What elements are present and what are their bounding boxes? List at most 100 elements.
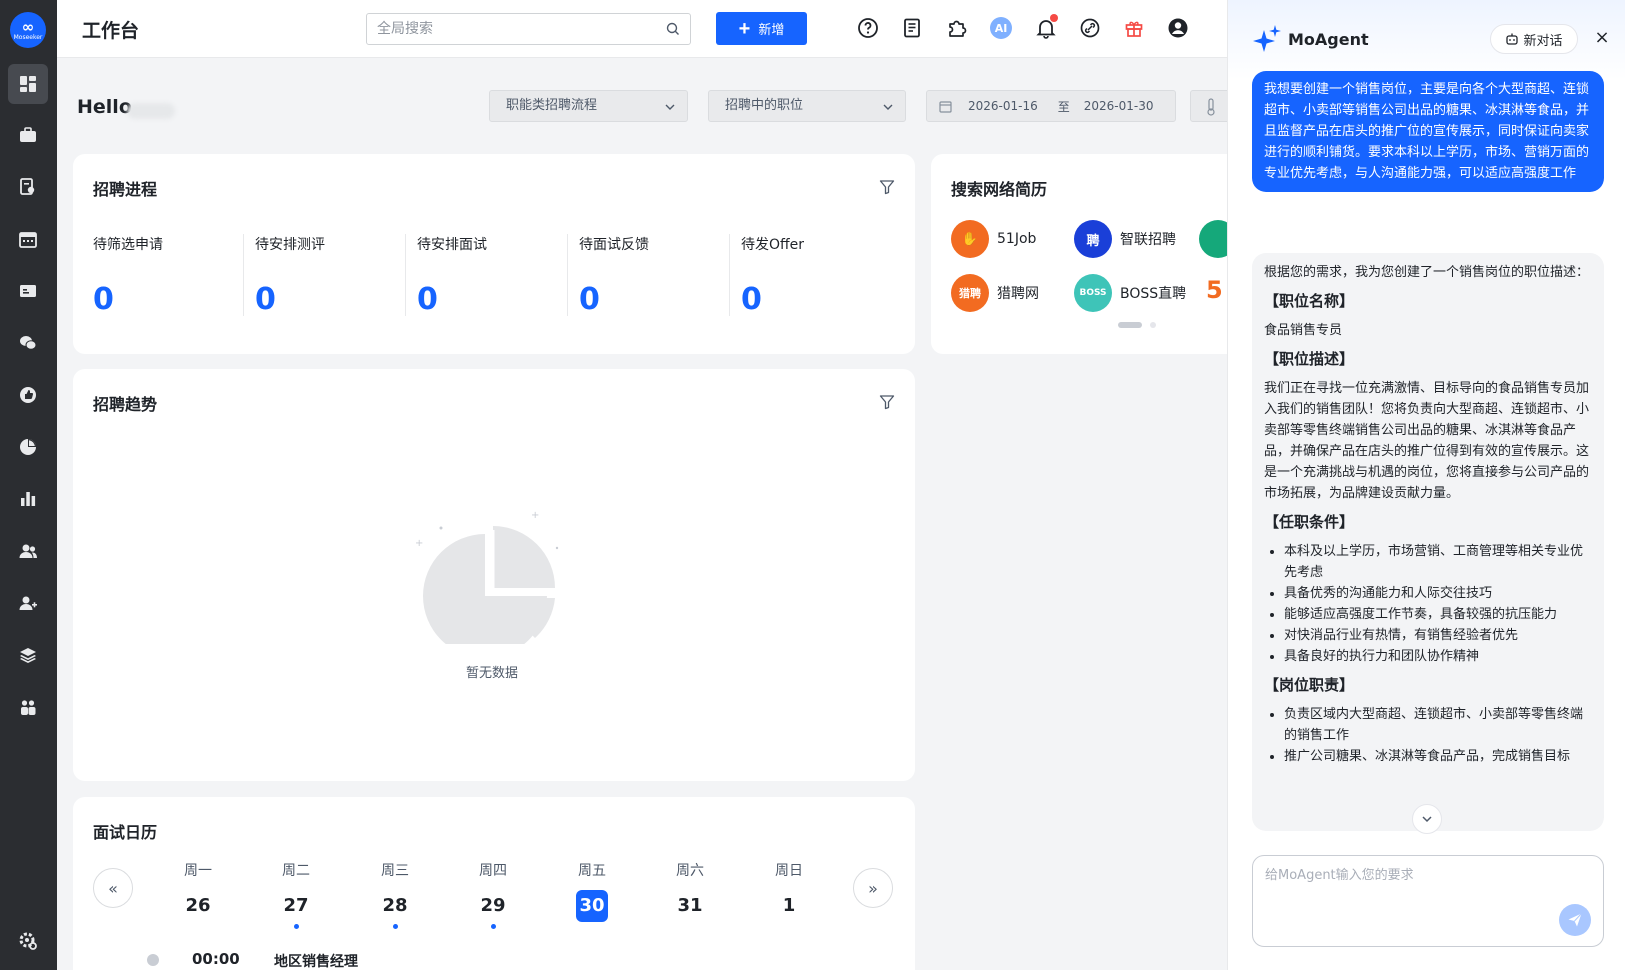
weekday-label: 周五 (578, 863, 606, 879)
send-icon (1568, 913, 1582, 927)
calendar-day[interactable]: 周四 29 (473, 860, 513, 929)
day-number: 1 (782, 895, 796, 916)
username-redacted (127, 103, 175, 119)
search-icon[interactable] (666, 22, 680, 36)
scroll-to-bottom-button[interactable] (1412, 804, 1442, 834)
weekday-label: 周日 (775, 863, 803, 879)
rail-item-candidates[interactable] (8, 531, 48, 571)
position-select[interactable]: 招聘中的职位 (708, 90, 906, 122)
help-button[interactable] (856, 16, 880, 40)
rail-item-dashboard[interactable] (8, 64, 48, 104)
job-site-liepin[interactable]: 猎聘 猎聘网 (951, 274, 1039, 312)
bar-chart-icon (21, 492, 36, 506)
rail-item-library[interactable] (8, 635, 48, 675)
divider (405, 234, 406, 316)
stage-label: 待安排测评 (255, 237, 325, 253)
calendar-next-week-button[interactable]: » (853, 868, 893, 908)
job-site-name: 智联招聘 (1120, 232, 1176, 248)
date-separator: 至 (1057, 99, 1070, 114)
plugins-button[interactable] (945, 16, 969, 40)
calendar-day-today[interactable]: 周五 30 (572, 860, 612, 922)
calendar-day[interactable]: 周二 27 (276, 860, 316, 929)
calendar-day[interactable]: 周一 26 (178, 860, 218, 922)
agent-name: MoAgent (1288, 29, 1369, 49)
wechat-icon (20, 336, 37, 350)
app-logo[interactable]: ∞ Moseeker (10, 12, 46, 48)
job-site-boss[interactable]: BOSS BOSS直聘 (1074, 274, 1186, 312)
new-chat-button[interactable]: 新对话 (1490, 24, 1578, 54)
stage-pending-screening[interactable]: 待筛选申请 0 (93, 234, 255, 317)
job-site-zhaopin[interactable]: 聘 智联招聘 (1074, 220, 1176, 258)
add-new-button[interactable]: + 新增 (716, 12, 807, 45)
calendar-day[interactable]: 周六 31 (670, 860, 710, 922)
left-nav-rail: ∞ Moseeker (0, 0, 57, 970)
job-site-51job[interactable]: ✋ 51Job (951, 220, 1036, 258)
list-item: 能够适应高强度工作节奏，具备较强的抗压能力 (1284, 604, 1592, 625)
calendar-day[interactable]: 周日 1 (769, 860, 809, 922)
assistant-message: 根据您的需求，我为您创建了一个销售岗位的职位描述： 【职位名称】 食品销售专员 … (1252, 253, 1604, 831)
list-item: 对快消品行业有热情，有销售经验者优先 (1284, 625, 1592, 646)
message-input[interactable] (1265, 864, 1585, 904)
stage-label: 待发Offer (741, 237, 805, 253)
rail-item-jobs[interactable] (8, 115, 48, 155)
dashboard-icon (20, 76, 36, 92)
divider (729, 234, 730, 316)
day-number: 29 (480, 895, 506, 916)
document-icon (904, 18, 920, 38)
day-number: 31 (677, 895, 703, 916)
page-title: 工作台 (82, 20, 140, 42)
carousel-dot-active[interactable] (1118, 322, 1142, 328)
calendar-icon (939, 100, 952, 113)
weekday-label: 周六 (676, 863, 704, 879)
rail-item-team[interactable] (8, 687, 48, 727)
stage-pending-offer[interactable]: 待发Offer 0 (729, 234, 903, 317)
rail-item-add-user[interactable] (8, 583, 48, 623)
carousel-pagination[interactable] (1118, 322, 1156, 328)
rail-item-feedback[interactable] (8, 375, 48, 415)
rail-item-calendar[interactable] (8, 219, 48, 259)
rail-item-id-card[interactable] (8, 271, 48, 311)
filter-icon[interactable] (879, 179, 895, 195)
date-range-picker[interactable]: 2026-01-16 至 2026-01-30 (926, 90, 1176, 122)
gift-button[interactable] (1122, 16, 1146, 40)
ai-button[interactable]: AI (989, 16, 1013, 40)
layers-icon (20, 648, 36, 663)
rail-item-settings[interactable] (8, 921, 48, 961)
calendar-prev-week-button[interactable]: « (93, 868, 133, 908)
links-button[interactable] (1078, 16, 1102, 40)
rail-item-wechat[interactable] (8, 323, 48, 363)
job-site-58-logo-icon[interactable]: 5 (1206, 276, 1223, 304)
weekday-label: 周一 (184, 863, 212, 879)
account-button[interactable] (1166, 16, 1190, 40)
stage-pending-assessment[interactable]: 待安排测评 0 (243, 234, 417, 317)
list-item: 负责区域内大型商超、连锁超市、小卖部等零售终端的销售工作 (1284, 704, 1592, 746)
carousel-dot[interactable] (1150, 322, 1156, 328)
rail-item-analytics[interactable] (8, 427, 48, 467)
event-indicator (392, 924, 398, 929)
process-select[interactable]: 职能类招聘流程 (489, 90, 688, 122)
message-composer (1252, 855, 1604, 947)
svg-text:+: + (415, 538, 423, 549)
rail-item-resume-search[interactable] (8, 167, 48, 207)
docs-button[interactable] (900, 16, 924, 40)
send-button[interactable] (1559, 904, 1591, 936)
notifications-button[interactable] (1034, 14, 1058, 40)
stage-pending-feedback[interactable]: 待面试反馈 0 (567, 234, 741, 317)
rail-item-reports[interactable] (8, 479, 48, 519)
ai-icon: AI (990, 17, 1012, 39)
event-title[interactable]: 地区销售经理 (274, 951, 358, 970)
card-title: 面试日历 (93, 823, 158, 842)
close-icon[interactable]: × (1590, 26, 1614, 50)
greeting: Hello (77, 96, 132, 118)
stage-pending-interview[interactable]: 待安排面试 0 (405, 234, 579, 317)
calendar-day[interactable]: 周三 28 (375, 860, 415, 929)
filter-icon[interactable] (879, 394, 895, 410)
chevron-down-icon (1422, 816, 1432, 823)
resume-search-icon (20, 178, 35, 195)
job-site-name: BOSS直聘 (1120, 286, 1187, 302)
chevron-down-icon (665, 104, 675, 110)
global-search (366, 13, 691, 45)
temperature-filter[interactable] (1190, 90, 1230, 122)
search-input[interactable] (367, 14, 647, 44)
people-icon (19, 544, 37, 558)
